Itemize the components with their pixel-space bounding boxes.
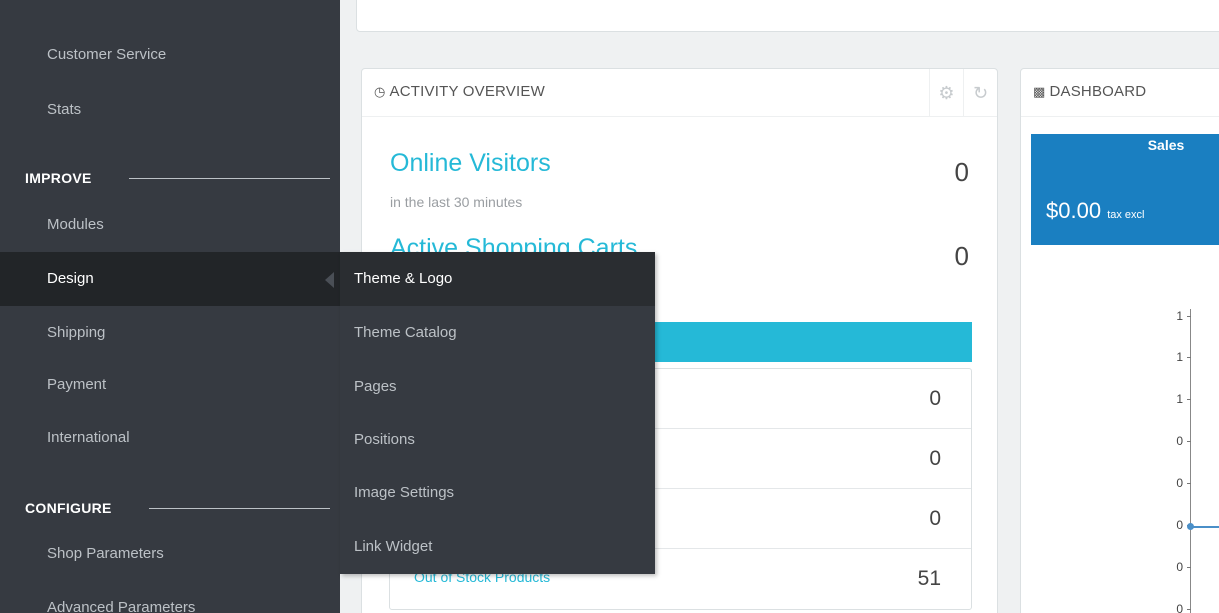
sidebar-item-customer-service[interactable]: Customer Service <box>0 28 340 82</box>
sidebar-item-international[interactable]: International <box>0 411 340 465</box>
submenu-item-positions[interactable]: Positions <box>340 413 655 467</box>
section-divider <box>149 508 330 509</box>
sidebar-item-advanced-parameters[interactable]: Advanced Parameters <box>0 581 340 613</box>
dashboard-panel-header: ▩ DASHBOARD <box>1021 69 1219 117</box>
y-tick-mark <box>1187 609 1191 610</box>
sidebar-item-payment[interactable]: Payment <box>0 358 340 412</box>
sales-suffix: tax excl <box>1107 209 1145 221</box>
sales-chart: 1 1 1 0 0 0 0 0 <box>1171 309 1219 613</box>
online-visitors-count: 0 <box>954 157 969 187</box>
submenu-item-link-widget[interactable]: Link Widget <box>340 520 655 574</box>
submenu-caret-icon <box>325 272 334 288</box>
submenu-item-theme-logo[interactable]: Theme & Logo <box>340 252 655 306</box>
y-tick-mark <box>1187 316 1191 317</box>
sidebar-item-stats[interactable]: Stats <box>0 83 340 137</box>
dashboard-title-text: DASHBOARD <box>1049 83 1147 100</box>
sidebar-section-improve: IMPROVE <box>25 163 330 193</box>
sidebar-item-modules[interactable]: Modules <box>0 198 340 252</box>
y-tick-label: 0 <box>1176 560 1183 574</box>
stat-value: 0 <box>929 507 941 530</box>
sidebar-item-shipping[interactable]: Shipping <box>0 306 340 360</box>
section-label: IMPROVE <box>25 170 92 186</box>
dashboard-panel-title: ▩ DASHBOARD <box>1033 83 1146 100</box>
y-tick-label: 0 <box>1176 602 1183 613</box>
chart-data-point <box>1187 523 1194 530</box>
online-visitors-caption: in the last 30 minutes <box>390 194 523 210</box>
bar-chart-icon: ▩ <box>1033 84 1046 99</box>
active-carts-count: 0 <box>954 241 969 271</box>
activity-panel-header: ◷ ACTIVITY OVERVIEW ⚙ ↻ <box>362 69 997 117</box>
y-tick-label: 0 <box>1176 434 1183 448</box>
y-tick-mark <box>1187 441 1191 442</box>
design-submenu: Theme & Logo Theme Catalog Pages Positio… <box>340 252 655 574</box>
dashboard-panel: ▩ DASHBOARD Sales $0.00 tax excl 1 1 1 0 … <box>1020 68 1219 613</box>
y-tick-label: 0 <box>1176 476 1183 490</box>
activity-title-text: ACTIVITY OVERVIEW <box>389 83 545 100</box>
activity-panel-title: ◷ ACTIVITY OVERVIEW <box>374 83 545 100</box>
y-tick-label: 0 <box>1176 518 1183 532</box>
y-tick-mark <box>1187 399 1191 400</box>
gear-icon[interactable]: ⚙ <box>929 69 963 117</box>
activity-panel-tools: ⚙ ↻ <box>929 69 997 117</box>
y-tick-mark <box>1187 357 1191 358</box>
clock-icon: ◷ <box>374 84 386 99</box>
sidebar-item-design[interactable]: Design <box>0 252 340 306</box>
sales-value: $0.00 tax excl <box>1046 198 1144 224</box>
stat-value: 0 <box>929 387 941 410</box>
top-panel <box>356 0 1219 32</box>
y-tick-label: 1 <box>1176 392 1183 406</box>
online-visitors-link[interactable]: Online Visitors <box>390 149 551 178</box>
sales-amount: $0.00 <box>1046 198 1102 223</box>
section-divider <box>129 178 330 179</box>
sales-tile[interactable]: Sales $0.00 tax excl <box>1031 134 1219 245</box>
stat-value: 0 <box>929 447 941 470</box>
chart-series-line <box>1190 526 1219 528</box>
y-tick-mark <box>1187 483 1191 484</box>
submenu-item-pages[interactable]: Pages <box>340 360 655 414</box>
out-of-stock-count: 51 <box>917 567 941 590</box>
y-tick-label: 1 <box>1176 350 1183 364</box>
sidebar-section-configure: CONFIGURE <box>25 493 330 523</box>
section-label: CONFIGURE <box>25 500 112 516</box>
refresh-icon[interactable]: ↻ <box>963 69 997 117</box>
sidebar: Customer Service Stats IMPROVE Modules D… <box>0 0 340 613</box>
sales-title: Sales <box>1147 137 1185 153</box>
y-tick-mark <box>1187 567 1191 568</box>
sidebar-item-shop-parameters[interactable]: Shop Parameters <box>0 527 340 581</box>
y-tick-label: 1 <box>1176 309 1183 323</box>
submenu-item-theme-catalog[interactable]: Theme Catalog <box>340 306 655 360</box>
submenu-item-image-settings[interactable]: Image Settings <box>340 466 655 520</box>
